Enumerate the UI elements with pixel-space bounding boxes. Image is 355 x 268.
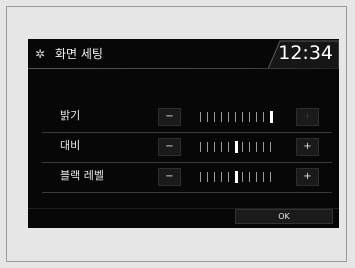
brightness-level-bar[interactable] [200, 111, 290, 123]
setting-label: 블랙 레벨 [60, 169, 104, 182]
level-tick [214, 172, 215, 182]
level-indicator [270, 111, 273, 123]
contrast-decrease-button[interactable]: − [158, 138, 181, 156]
setting-row-brightness: 밝기 − + [42, 106, 332, 133]
ok-button[interactable]: OK [235, 209, 333, 224]
level-tick [221, 172, 222, 182]
level-tick [200, 112, 201, 122]
level-tick [256, 142, 257, 152]
level-tick [207, 142, 208, 152]
level-tick [242, 142, 243, 152]
contrast-increase-button[interactable]: + [296, 138, 319, 156]
row-divider [42, 132, 332, 133]
setting-row-contrast: 대비 − + [42, 136, 332, 163]
display-settings-screen: ✲ 화면 세팅 12:34 밝기 − + 대비 − + 블랙 레벨 − + OK [28, 39, 339, 228]
setting-label: 대비 [60, 139, 81, 152]
level-tick [256, 172, 257, 182]
level-tick [242, 112, 243, 122]
level-tick [263, 142, 264, 152]
level-tick [228, 172, 229, 182]
level-tick [200, 172, 201, 182]
setting-label: 밝기 [60, 109, 81, 122]
level-indicator [235, 171, 238, 183]
row-divider [42, 192, 332, 193]
level-tick [263, 112, 264, 122]
level-tick [200, 142, 201, 152]
level-tick [242, 172, 243, 182]
level-tick [256, 112, 257, 122]
level-tick [270, 172, 271, 182]
level-tick [249, 142, 250, 152]
level-tick [214, 142, 215, 152]
clock: 12:34 [278, 42, 333, 64]
level-tick [207, 112, 208, 122]
level-tick [270, 142, 271, 152]
level-tick [228, 112, 229, 122]
level-tick [228, 142, 229, 152]
setting-row-black-level: 블랙 레벨 − + [42, 166, 332, 193]
black-level-level-bar[interactable] [200, 171, 290, 183]
level-indicator [235, 141, 238, 153]
brightness-decrease-button[interactable]: − [158, 108, 181, 126]
level-tick [214, 112, 215, 122]
level-tick [221, 112, 222, 122]
brightness-increase-button[interactable]: + [296, 108, 319, 126]
level-tick [249, 172, 250, 182]
contrast-level-bar[interactable] [200, 141, 290, 153]
black-level-decrease-button[interactable]: − [158, 168, 181, 186]
black-level-increase-button[interactable]: + [296, 168, 319, 186]
gear-icon: ✲ [35, 47, 46, 61]
header-bar: ✲ 화면 세팅 12:34 [28, 39, 339, 69]
level-tick [235, 112, 236, 122]
screen-title: 화면 세팅 [55, 47, 103, 61]
level-tick [249, 112, 250, 122]
row-divider [42, 162, 332, 163]
level-tick [207, 172, 208, 182]
header-divider [28, 68, 339, 69]
level-tick [263, 172, 264, 182]
level-tick [221, 142, 222, 152]
